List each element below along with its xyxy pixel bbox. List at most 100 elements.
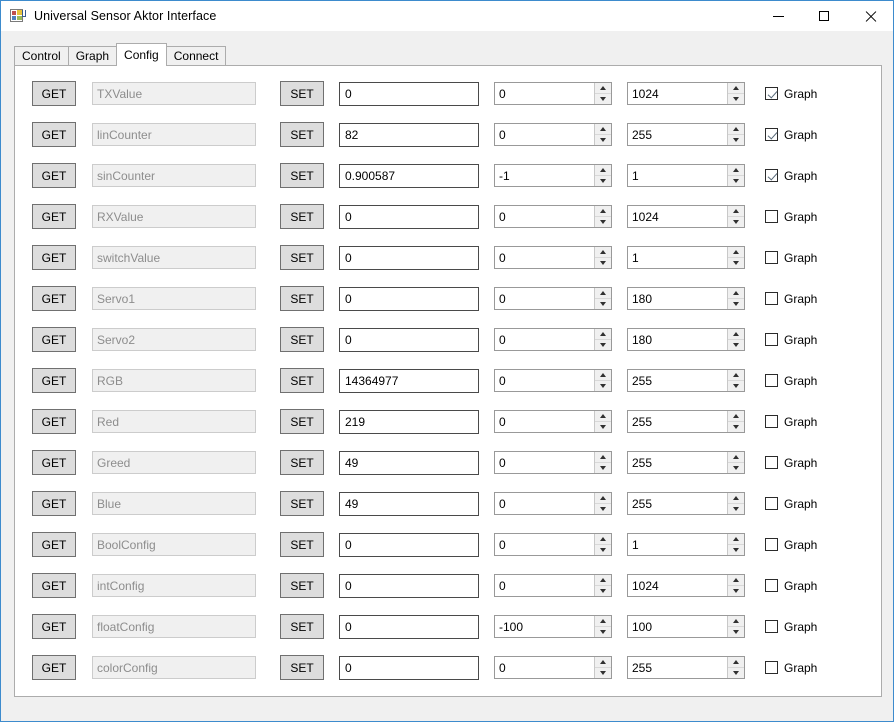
min-spinner[interactable]: 0 — [494, 328, 612, 351]
max-spinner[interactable]: 180 — [627, 328, 745, 351]
max-spinner[interactable]: 255 — [627, 123, 745, 146]
value-input[interactable]: 0 — [339, 327, 479, 352]
min-increment-button[interactable] — [595, 206, 611, 217]
min-decrement-button[interactable] — [595, 545, 611, 556]
max-decrement-button[interactable] — [728, 299, 744, 310]
max-decrement-button[interactable] — [728, 340, 744, 351]
min-decrement-button[interactable] — [595, 627, 611, 638]
max-increment-button[interactable] — [728, 452, 744, 463]
min-increment-button[interactable] — [595, 247, 611, 258]
value-input[interactable]: 219 — [339, 409, 479, 434]
max-increment-button[interactable] — [728, 411, 744, 422]
set-button[interactable]: SET — [280, 614, 324, 639]
close-button[interactable] — [847, 1, 893, 31]
set-button[interactable]: SET — [280, 81, 324, 106]
parameter-name-field[interactable]: TXValue — [92, 82, 256, 105]
get-button[interactable]: GET — [32, 368, 76, 393]
get-button[interactable]: GET — [32, 573, 76, 598]
max-increment-button[interactable] — [728, 247, 744, 258]
graph-checkbox-box[interactable] — [765, 333, 778, 346]
max-increment-button[interactable] — [728, 575, 744, 586]
parameter-name-field[interactable]: sinCounter — [92, 164, 256, 187]
min-increment-button[interactable] — [595, 657, 611, 668]
value-input[interactable]: 82 — [339, 122, 479, 147]
min-decrement-button[interactable] — [595, 340, 611, 351]
value-input[interactable]: 0 — [339, 81, 479, 106]
set-button[interactable]: SET — [280, 491, 324, 516]
get-button[interactable]: GET — [32, 81, 76, 106]
min-decrement-button[interactable] — [595, 463, 611, 474]
max-increment-button[interactable] — [728, 616, 744, 627]
min-spinner[interactable]: 0 — [494, 492, 612, 515]
graph-checkbox-box[interactable] — [765, 661, 778, 674]
set-button[interactable]: SET — [280, 368, 324, 393]
max-spinner[interactable]: 1 — [627, 164, 745, 187]
max-decrement-button[interactable] — [728, 422, 744, 433]
max-decrement-button[interactable] — [728, 627, 744, 638]
set-button[interactable]: SET — [280, 286, 324, 311]
min-increment-button[interactable] — [595, 493, 611, 504]
max-spinner[interactable]: 255 — [627, 492, 745, 515]
graph-checkbox[interactable]: Graph — [765, 251, 817, 265]
graph-checkbox-box[interactable] — [765, 292, 778, 305]
parameter-name-field[interactable]: Greed — [92, 451, 256, 474]
parameter-name-field[interactable]: Red — [92, 410, 256, 433]
max-spinner[interactable]: 1024 — [627, 82, 745, 105]
value-input[interactable]: 0 — [339, 532, 479, 557]
tab-control[interactable]: Control — [14, 46, 69, 65]
min-spinner[interactable]: 0 — [494, 574, 612, 597]
max-decrement-button[interactable] — [728, 504, 744, 515]
min-spinner[interactable]: -100 — [494, 615, 612, 638]
max-decrement-button[interactable] — [728, 94, 744, 105]
get-button[interactable]: GET — [32, 163, 76, 188]
minimize-button[interactable] — [755, 1, 801, 31]
value-input[interactable]: 0 — [339, 204, 479, 229]
graph-checkbox[interactable]: Graph — [765, 169, 817, 183]
graph-checkbox-box[interactable] — [765, 497, 778, 510]
min-spinner[interactable]: 0 — [494, 533, 612, 556]
graph-checkbox-box[interactable] — [765, 415, 778, 428]
min-increment-button[interactable] — [595, 370, 611, 381]
graph-checkbox-box[interactable] — [765, 251, 778, 264]
max-spinner[interactable]: 255 — [627, 410, 745, 433]
graph-checkbox[interactable]: Graph — [765, 333, 817, 347]
min-decrement-button[interactable] — [595, 381, 611, 392]
min-spinner[interactable]: -1 — [494, 164, 612, 187]
parameter-name-field[interactable]: BoolConfig — [92, 533, 256, 556]
max-increment-button[interactable] — [728, 83, 744, 94]
graph-checkbox-box[interactable] — [765, 374, 778, 387]
parameter-name-field[interactable]: floatConfig — [92, 615, 256, 638]
graph-checkbox[interactable]: Graph — [765, 497, 817, 511]
max-decrement-button[interactable] — [728, 668, 744, 679]
parameter-name-field[interactable]: Servo1 — [92, 287, 256, 310]
value-input[interactable]: 49 — [339, 450, 479, 475]
max-increment-button[interactable] — [728, 124, 744, 135]
min-decrement-button[interactable] — [595, 135, 611, 146]
max-spinner[interactable]: 1 — [627, 246, 745, 269]
min-increment-button[interactable] — [595, 575, 611, 586]
get-button[interactable]: GET — [32, 204, 76, 229]
value-input[interactable]: 0 — [339, 245, 479, 270]
value-input[interactable]: 49 — [339, 491, 479, 516]
max-spinner[interactable]: 255 — [627, 369, 745, 392]
get-button[interactable]: GET — [32, 327, 76, 352]
max-increment-button[interactable] — [728, 493, 744, 504]
graph-checkbox[interactable]: Graph — [765, 579, 817, 593]
graph-checkbox[interactable]: Graph — [765, 210, 817, 224]
parameter-name-field[interactable]: Blue — [92, 492, 256, 515]
value-input[interactable]: 0 — [339, 573, 479, 598]
graph-checkbox-box[interactable] — [765, 620, 778, 633]
max-increment-button[interactable] — [728, 657, 744, 668]
max-decrement-button[interactable] — [728, 381, 744, 392]
parameter-name-field[interactable]: colorConfig — [92, 656, 256, 679]
min-decrement-button[interactable] — [595, 217, 611, 228]
min-increment-button[interactable] — [595, 124, 611, 135]
min-spinner[interactable]: 0 — [494, 451, 612, 474]
min-increment-button[interactable] — [595, 411, 611, 422]
min-spinner[interactable]: 0 — [494, 656, 612, 679]
graph-checkbox-box[interactable] — [765, 87, 778, 100]
get-button[interactable]: GET — [32, 122, 76, 147]
max-spinner[interactable]: 180 — [627, 287, 745, 310]
max-spinner[interactable]: 1024 — [627, 205, 745, 228]
tab-graph[interactable]: Graph — [67, 46, 118, 65]
